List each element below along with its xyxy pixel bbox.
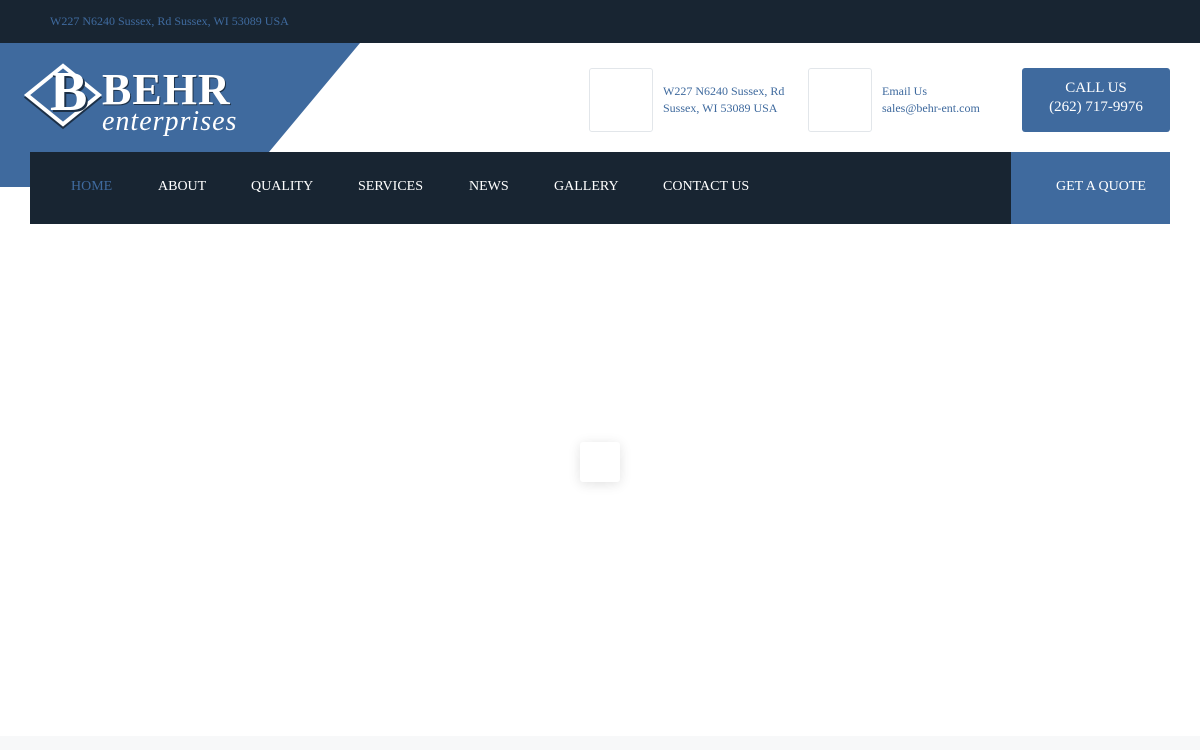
- footer-strip: [0, 736, 1200, 750]
- logo-tagline: enterprises: [102, 106, 238, 137]
- top-bar: W227 N6240 Sussex, Rd Sussex, WI 53089 U…: [0, 0, 1200, 43]
- email-label: Email Us: [882, 84, 927, 98]
- header-address-line1: W227 N6240 Sussex, Rd: [663, 84, 785, 98]
- get-a-quote-label: GET A QUOTE: [1056, 179, 1146, 194]
- nav-services[interactable]: SERVICES: [358, 179, 423, 195]
- header-address-line2: Sussex, WI 53089 USA: [663, 101, 778, 115]
- email-icon: [808, 68, 872, 132]
- call-us-label: CALL US: [1065, 80, 1127, 96]
- header-email: Email Us sales@behr-ent.com: [882, 83, 980, 117]
- nav-contact-us[interactable]: CONTACT US: [663, 179, 749, 195]
- site-logo[interactable]: B BEHR enterprises: [23, 60, 250, 140]
- main-navigation: HOME ABOUT QUALITY SERVICES NEWS GALLERY…: [30, 152, 1011, 224]
- get-a-quote-button[interactable]: GET A QUOTE: [1011, 152, 1170, 224]
- nav-quality[interactable]: QUALITY: [251, 179, 313, 195]
- location-icon: [589, 68, 653, 132]
- nav-news[interactable]: NEWS: [469, 179, 509, 195]
- phone-number: (262) 717-9976: [1049, 99, 1143, 115]
- top-address: W227 N6240 Sussex, Rd Sussex, WI 53089 U…: [50, 14, 289, 28]
- nav-about[interactable]: ABOUT: [158, 179, 206, 195]
- logo-initial: B: [50, 61, 88, 123]
- loading-spinner: [580, 442, 620, 482]
- nav-home[interactable]: HOME: [71, 179, 112, 195]
- email-link[interactable]: sales@behr-ent.com: [882, 100, 980, 117]
- nav-gallery[interactable]: GALLERY: [554, 179, 619, 195]
- call-us-button[interactable]: CALL US (262) 717-9976: [1022, 68, 1170, 132]
- header-address: W227 N6240 Sussex, Rd Sussex, WI 53089 U…: [663, 83, 784, 117]
